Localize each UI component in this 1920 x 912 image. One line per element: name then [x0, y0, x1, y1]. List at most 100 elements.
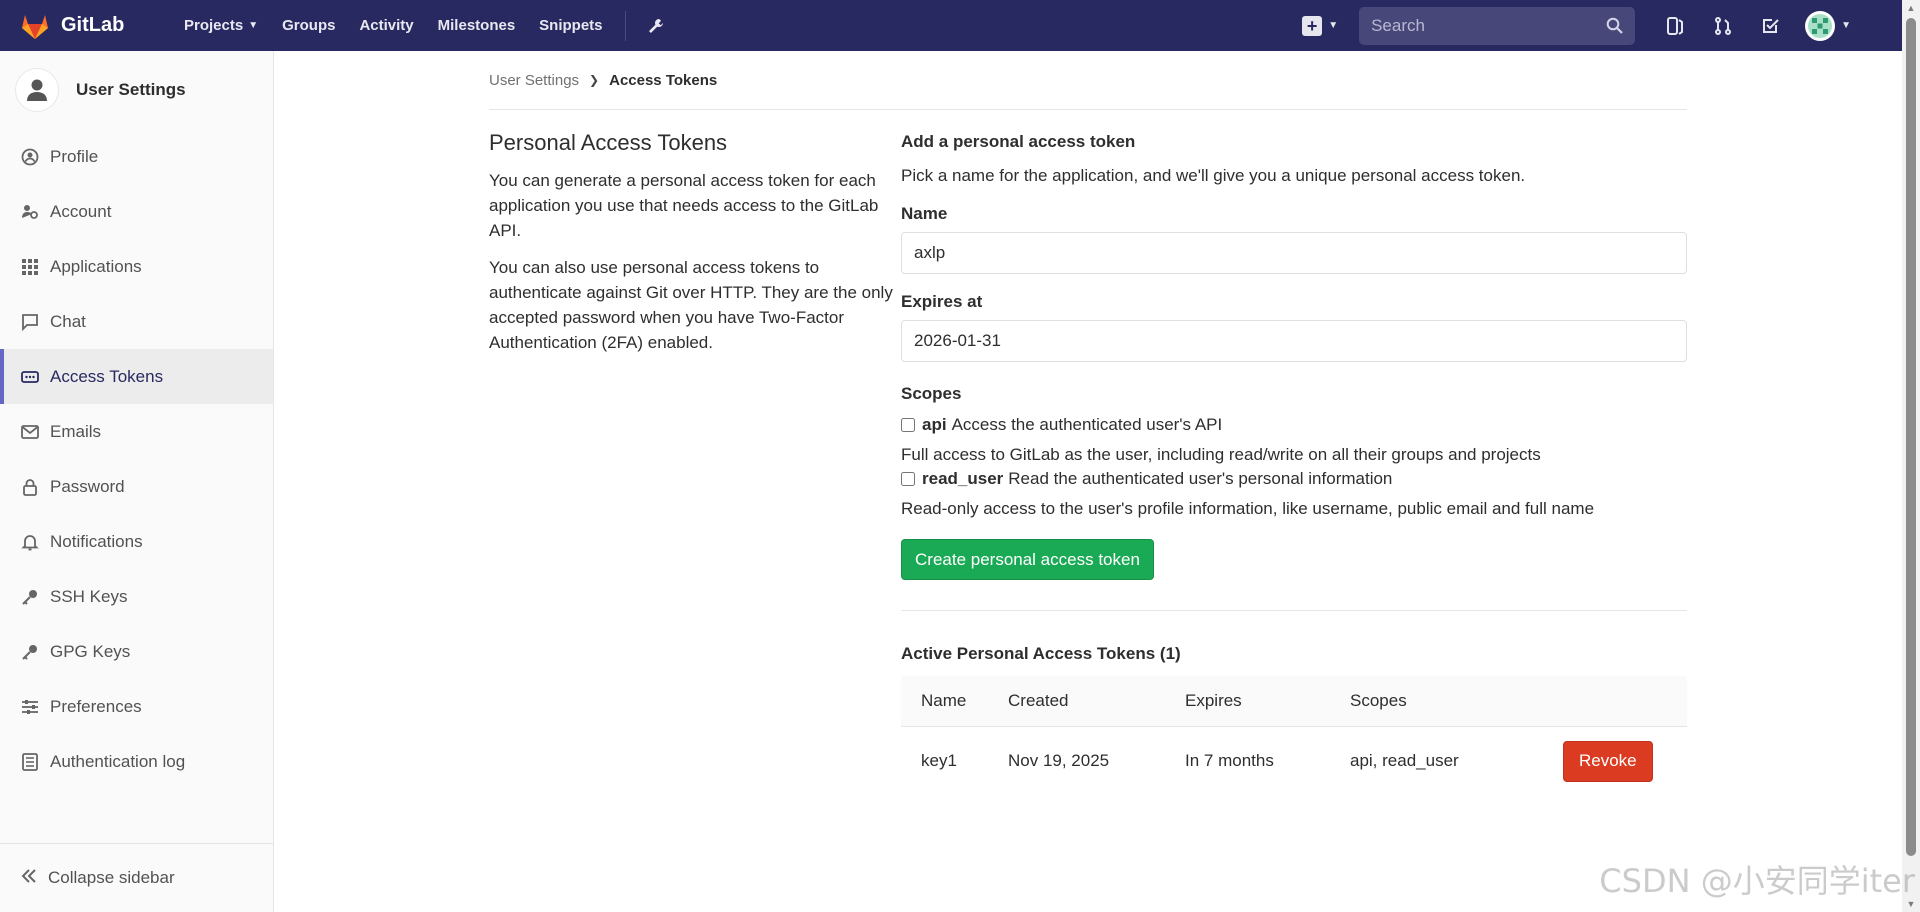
sidebar-item-label: Authentication log: [50, 751, 186, 771]
page-scrollbar[interactable]: ▲ ▼: [1902, 0, 1920, 912]
token-created-cell: Nov 19, 2025: [1008, 751, 1110, 771]
active-tokens-table: Name Created Expires Scopes key1 Nov 19,…: [901, 676, 1687, 796]
gitlab-logo-icon: [22, 14, 48, 39]
new-dropdown-button[interactable]: + ▼: [1302, 15, 1339, 36]
mail-icon: [20, 422, 40, 442]
nav-divider: [624, 10, 626, 41]
plus-icon: +: [1302, 15, 1323, 36]
collapse-sidebar-button[interactable]: Collapse sidebar: [0, 843, 273, 912]
chevron-down-icon: ▼: [248, 20, 259, 31]
sidebar-item-label: GPG Keys: [50, 641, 131, 661]
token-actions-cell: Revoke: [1563, 726, 1687, 796]
breadcrumb: User Settings ❯ Access Tokens: [489, 51, 1687, 110]
user-icon: [15, 68, 59, 112]
create-token-button[interactable]: Create personal access token: [901, 539, 1154, 580]
column-header-scopes: Scopes: [1350, 690, 1407, 710]
scope-api-name: api: [922, 415, 947, 434]
lock-icon: [20, 477, 40, 497]
todos-icon[interactable]: [1747, 16, 1795, 36]
applications-icon: [20, 257, 40, 277]
chevron-down-icon: ▼: [1328, 20, 1339, 31]
sidebar-item-profile[interactable]: Profile: [0, 129, 273, 184]
token-scopes-cell: api, read_user: [1350, 751, 1459, 771]
sidebar-item-preferences[interactable]: Preferences: [0, 679, 273, 734]
sidebar-item-gpg-keys[interactable]: GPG Keys: [0, 624, 273, 679]
search-box[interactable]: [1359, 6, 1636, 45]
scroll-up-arrow-icon[interactable]: ▲: [1906, 3, 1916, 13]
scope-api: api Access the authenticated user's API: [901, 415, 1687, 435]
scopes-label: Scopes: [901, 384, 962, 403]
nav-projects[interactable]: Projects ▼: [172, 17, 270, 34]
revoke-button[interactable]: Revoke: [1563, 740, 1653, 782]
sidebar-item-label: SSH Keys: [50, 586, 128, 606]
sidebar-item-label: Access Tokens: [50, 366, 164, 386]
brand[interactable]: GitLab: [20, 12, 145, 40]
scope-read-user-help: Read-only access to the user's profile i…: [901, 499, 1595, 518]
nav-groups[interactable]: Groups: [270, 17, 347, 34]
search-icon: [1606, 17, 1623, 34]
expires-label: Expires at: [901, 292, 983, 311]
chevron-right-icon: ❯: [589, 73, 600, 87]
token-name-input[interactable]: [901, 232, 1687, 274]
key-icon: [20, 587, 40, 607]
settings-sidebar: User Settings Profile Account Applicatio…: [0, 51, 274, 912]
sidebar-item-notifications[interactable]: Notifications: [0, 514, 273, 569]
double-chevron-left-icon: [20, 867, 38, 890]
search-input[interactable]: [1371, 15, 1607, 36]
account-icon: [20, 202, 40, 222]
sidebar-item-authentication-log[interactable]: Authentication log: [0, 734, 273, 789]
brand-name: GitLab: [61, 14, 125, 36]
column-header-created: Created: [1008, 690, 1069, 710]
column-header-name: Name: [921, 690, 967, 710]
token-icon: [20, 367, 40, 387]
active-tokens-title: Active Personal Access Tokens (1): [901, 644, 1181, 663]
sidebar-item-account[interactable]: Account: [0, 184, 273, 239]
sidebar-item-label: Account: [50, 201, 112, 221]
issues-icon[interactable]: [1651, 16, 1699, 36]
nav-projects-label: Projects: [184, 17, 244, 34]
section-divider: [901, 610, 1687, 611]
column-header-actions: [1563, 676, 1687, 726]
table-row: key1 Nov 19, 2025 In 7 months api, read_…: [901, 726, 1687, 796]
intro-paragraph-1: You can generate a personal access token…: [489, 171, 879, 240]
chat-icon: [20, 312, 40, 332]
nav-activity[interactable]: Activity: [347, 17, 425, 34]
sidebar-item-chat[interactable]: Chat: [0, 294, 273, 349]
nav-snippets[interactable]: Snippets: [527, 17, 614, 34]
scope-read-user: read_user Read the authenticated user's …: [901, 469, 1687, 489]
token-form-column: Add a personal access token Pick a name …: [901, 129, 1687, 796]
scroll-thumb[interactable]: [1906, 18, 1916, 856]
profile-icon: [20, 147, 40, 167]
sliders-icon: [20, 697, 40, 717]
scope-read-user-name: read_user: [922, 469, 1004, 488]
sidebar-item-label: Profile: [50, 146, 99, 166]
nav-milestones[interactable]: Milestones: [426, 17, 528, 34]
chevron-down-icon: ▼: [1841, 20, 1851, 31]
sidebar-item-password[interactable]: Password: [0, 459, 273, 514]
table-header-row: Name Created Expires Scopes: [901, 676, 1687, 726]
sidebar-item-applications[interactable]: Applications: [0, 239, 273, 294]
main-content: User Settings ❯ Access Tokens Personal A…: [489, 51, 1687, 796]
admin-wrench-icon[interactable]: [634, 17, 678, 35]
merge-requests-icon[interactable]: [1699, 16, 1747, 36]
scope-api-help: Full access to GitLab as the user, inclu…: [901, 445, 1541, 464]
scope-read-user-desc: Read the authenticated user's personal i…: [1008, 469, 1393, 488]
sidebar-header[interactable]: User Settings: [0, 51, 273, 129]
bell-icon: [20, 532, 40, 552]
token-expires-cell: In 7 months: [1185, 751, 1274, 771]
expires-at-input[interactable]: [901, 320, 1687, 362]
sidebar-item-ssh-keys[interactable]: SSH Keys: [0, 569, 273, 624]
breadcrumb-user-settings[interactable]: User Settings: [489, 72, 579, 89]
breadcrumb-access-tokens[interactable]: Access Tokens: [609, 72, 717, 89]
scope-read-user-checkbox[interactable]: [901, 472, 915, 486]
token-name-cell: key1: [921, 751, 957, 771]
user-menu-button[interactable]: ▼: [1805, 10, 1851, 41]
intro-column: Personal Access Tokens You can generate …: [489, 129, 901, 796]
column-header-expires: Expires: [1185, 690, 1242, 710]
scope-api-checkbox[interactable]: [901, 418, 915, 432]
sidebar-item-emails[interactable]: Emails: [0, 404, 273, 459]
user-avatar: [1805, 10, 1836, 41]
sidebar-item-access-tokens[interactable]: Access Tokens: [0, 349, 273, 404]
watermark: CSDN @小安同学iter: [1599, 862, 1915, 900]
page-title: Personal Access Tokens: [489, 130, 728, 155]
